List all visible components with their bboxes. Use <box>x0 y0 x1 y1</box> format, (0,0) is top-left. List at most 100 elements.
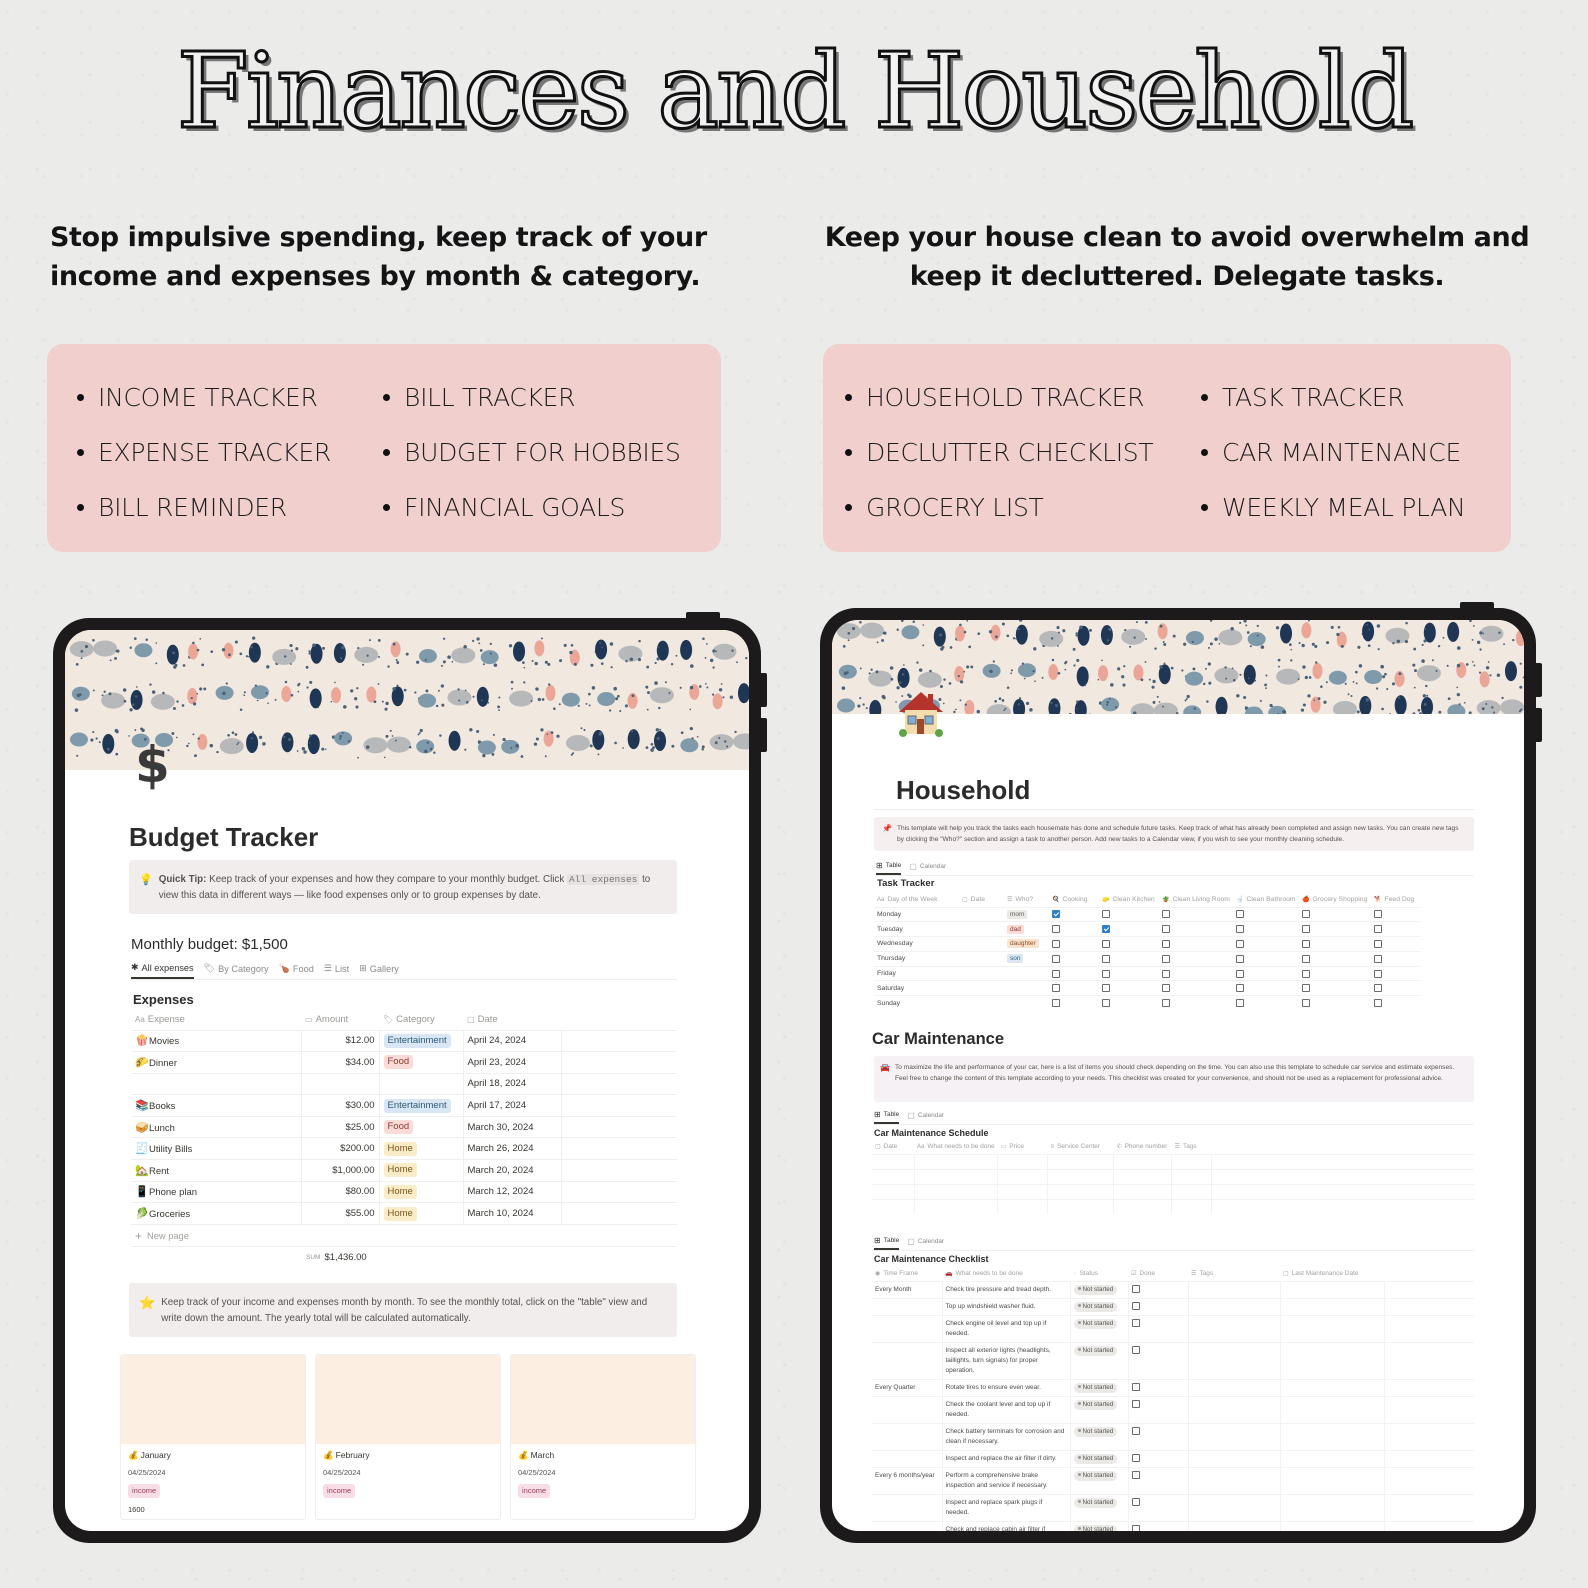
expense-row[interactable]: April 18, 2024 <box>131 1072 677 1095</box>
expense-row[interactable]: 🏡Rent $1,000.00 Home March 20, 2024 <box>131 1159 677 1182</box>
last-maintenance-cell[interactable] <box>1279 1341 1384 1379</box>
date-cell[interactable]: March 20, 2024 <box>462 1159 561 1182</box>
column-header[interactable]: 🍳 Cooking <box>1049 892 1099 907</box>
gallery-card[interactable]: 💰 January 04/25/2024 income 1600 <box>120 1354 306 1520</box>
task-row[interactable]: Monday mom <box>874 906 1421 922</box>
date-cell[interactable] <box>959 965 1004 981</box>
column-header[interactable]: 🐕 Feed Dog <box>1371 892 1421 907</box>
tab-calendar[interactable]: ▢ Calendar <box>907 1110 944 1124</box>
column-header[interactable]: 🪴 Clean Living Room <box>1159 892 1233 907</box>
expense-row[interactable]: 🧾Utility Bills $200.00 Home March 26, 2024 <box>131 1137 677 1160</box>
tab-list[interactable]: ☰ List <box>324 962 349 979</box>
date-cell[interactable]: April 23, 2024 <box>462 1051 561 1074</box>
task-checkbox[interactable] <box>1302 939 1310 948</box>
task-checkbox[interactable] <box>1302 984 1310 993</box>
expense-name-cell[interactable]: 🥪Lunch <box>131 1115 301 1138</box>
task-checkbox[interactable] <box>1236 910 1244 919</box>
column-header[interactable]: ▢ Last Maintenance Date <box>1280 1266 1384 1281</box>
checklist-row[interactable]: Top up windshield washer fluid. Not start… <box>872 1297 1474 1315</box>
task-checkbox[interactable] <box>1102 954 1110 963</box>
task-row[interactable]: Wednesday daughter <box>874 936 1421 952</box>
column-header[interactable]: 🍎 Grocery Shopping <box>1299 892 1371 907</box>
expense-row[interactable]: 🌮Dinner $34.00 Food April 23, 2024 <box>131 1051 677 1074</box>
amount-cell[interactable]: $12.00 <box>300 1029 379 1052</box>
tags-cell[interactable] <box>1187 1280 1280 1298</box>
done-checkbox[interactable] <box>1131 1497 1140 1506</box>
tags-cell[interactable] <box>1187 1395 1280 1423</box>
column-header[interactable]: 🧽 Clean Kitchen <box>1099 892 1159 907</box>
task-row[interactable]: Sunday <box>874 995 1421 1011</box>
task-checkbox[interactable] <box>1162 999 1170 1008</box>
time-frame-cell[interactable]: Every Quarter <box>872 1378 942 1396</box>
done-checkbox[interactable] <box>1131 1453 1140 1462</box>
tab-calendar[interactable]: ▢ Calendar <box>909 861 946 875</box>
column-header[interactable]: 🚽 Clean Bathroom <box>1233 892 1299 907</box>
task-checkbox[interactable] <box>1052 969 1060 978</box>
day-cell[interactable]: Sunday <box>874 995 959 1011</box>
column-header[interactable]: ✆ Phone number <box>1114 1140 1172 1154</box>
expense-row[interactable]: 📱Phone plan $80.00 Home March 12, 2024 <box>131 1180 677 1203</box>
expense-row[interactable]: 🍿Movies $12.00 Entertainment April 24, 2024 <box>131 1029 677 1052</box>
column-header[interactable]: ☰ Tags <box>1172 1140 1212 1154</box>
amount-cell[interactable]: $34.00 <box>300 1051 379 1074</box>
day-cell[interactable]: Wednesday <box>874 936 959 952</box>
expense-name-cell[interactable]: 🍿Movies <box>131 1029 301 1052</box>
done-checkbox[interactable] <box>1131 1284 1140 1293</box>
status-cell[interactable]: Not started <box>1069 1341 1128 1379</box>
last-maintenance-cell[interactable] <box>1279 1449 1384 1467</box>
date-cell[interactable]: March 30, 2024 <box>462 1115 561 1138</box>
column-header[interactable]: Aa Day of the Week <box>874 892 959 907</box>
amount-cell[interactable]: $1,000.00 <box>300 1159 379 1182</box>
task-cell[interactable]: Check the coolant level and top up if ne… <box>941 1395 1070 1423</box>
category-cell[interactable]: Entertainment <box>378 1094 463 1117</box>
column-header[interactable]: ▢ Date <box>872 1140 914 1154</box>
tab-food[interactable]: 🍗 Food <box>279 962 314 979</box>
gallery-card[interactable]: 💰 February 04/25/2024 income <box>315 1354 501 1520</box>
status-cell[interactable]: Not started <box>1069 1466 1128 1494</box>
task-checkbox[interactable] <box>1374 939 1382 948</box>
new-page-button[interactable]: + New page <box>131 1224 677 1246</box>
task-cell[interactable]: Rotate tires to ensure even wear. <box>941 1378 1070 1396</box>
amount-cell[interactable]: $30.00 <box>300 1094 379 1117</box>
checklist-row[interactable]: Every Quarter Rotate tires to ensure even… <box>872 1378 1474 1396</box>
column-header[interactable]: ≡ Service Center <box>1048 1140 1114 1154</box>
done-checkbox[interactable] <box>1131 1470 1140 1479</box>
task-cell[interactable]: Check and replace cabin air filter if <box>941 1520 1070 1531</box>
who-cell[interactable] <box>1004 965 1049 981</box>
tags-cell[interactable] <box>1187 1341 1280 1379</box>
day-cell[interactable]: Saturday <box>874 980 959 996</box>
last-maintenance-cell[interactable] <box>1279 1422 1384 1450</box>
task-checkbox[interactable] <box>1052 954 1060 963</box>
status-cell[interactable]: Not started <box>1069 1280 1128 1298</box>
column-header[interactable]: ◌ Status <box>1070 1266 1128 1281</box>
column-header[interactable]: ▭ Amount <box>301 1010 379 1030</box>
done-checkbox[interactable] <box>1131 1382 1140 1391</box>
time-frame-cell[interactable] <box>872 1493 942 1521</box>
time-frame-cell[interactable] <box>872 1520 942 1531</box>
date-cell[interactable]: April 18, 2024 <box>462 1072 561 1095</box>
tab-by-category[interactable]: 🏷 By Category <box>204 962 269 979</box>
tags-cell[interactable] <box>1187 1297 1280 1315</box>
task-checkbox[interactable] <box>1374 984 1382 993</box>
day-cell[interactable]: Tuesday <box>874 921 959 937</box>
date-cell[interactable]: April 17, 2024 <box>462 1094 561 1117</box>
status-cell[interactable]: Not started <box>1069 1378 1128 1396</box>
expense-name-cell[interactable]: 🧾Utility Bills <box>131 1137 301 1160</box>
tags-cell[interactable] <box>1187 1520 1280 1531</box>
status-cell[interactable]: Not started <box>1069 1314 1128 1342</box>
who-cell[interactable]: daughter <box>1004 936 1049 952</box>
done-checkbox[interactable] <box>1131 1399 1140 1408</box>
task-checkbox[interactable] <box>1102 910 1110 919</box>
date-cell[interactable] <box>959 950 1004 967</box>
dollar-icon[interactable]: $ <box>135 740 170 790</box>
amount-cell[interactable]: $25.00 <box>300 1115 379 1138</box>
task-row[interactable]: Tuesday dad <box>874 921 1421 937</box>
time-frame-cell[interactable] <box>872 1395 942 1423</box>
task-cell[interactable]: Inspect all exterior lights (headlights,… <box>941 1341 1070 1379</box>
category-cell[interactable]: Home <box>378 1159 463 1182</box>
who-cell[interactable]: son <box>1004 950 1049 967</box>
last-maintenance-cell[interactable] <box>1279 1314 1384 1342</box>
task-checkbox[interactable] <box>1052 999 1060 1008</box>
column-header[interactable]: ☑ Done <box>1128 1266 1188 1281</box>
date-cell[interactable] <box>959 921 1004 937</box>
